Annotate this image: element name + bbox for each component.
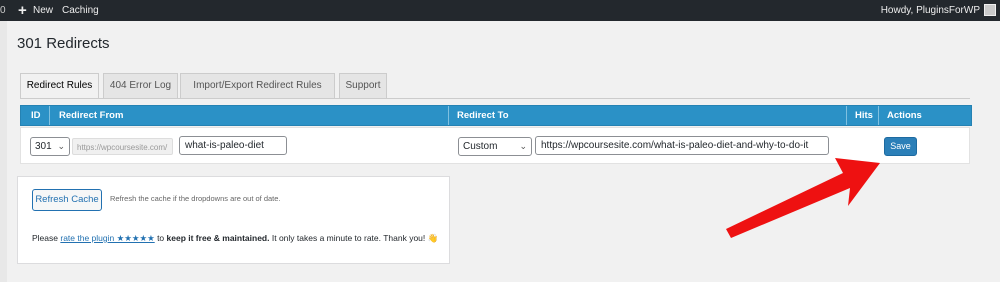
avatar[interactable] (984, 4, 996, 16)
header-redirect-to: Redirect To (457, 110, 509, 121)
tab-support[interactable]: Support (339, 73, 387, 98)
header-divider (49, 106, 50, 125)
header-divider (878, 106, 879, 125)
redirect-to-url-input[interactable]: https://wpcoursesite.com/what-is-paleo-d… (535, 136, 829, 155)
redirect-from-input[interactable]: what-is-paleo-diet (179, 136, 287, 155)
chevron-down-icon: ⌄ (57, 141, 65, 151)
refresh-cache-button[interactable]: Refresh Cache (32, 189, 102, 211)
tab-redirect-rules[interactable]: Redirect Rules (20, 73, 99, 99)
header-divider (846, 106, 847, 125)
admin-bar-howdy[interactable]: Howdy, PluginsForWP (881, 0, 980, 21)
admin-bar: 0 + New Caching Howdy, PluginsForWP (0, 0, 1000, 21)
header-id: ID (31, 110, 41, 121)
plus-icon[interactable]: + (18, 0, 27, 21)
rate-post: It only takes a minute to rate. Thank yo… (269, 233, 428, 243)
tab-divider (20, 98, 970, 99)
header-actions: Actions (887, 110, 922, 121)
url-prefix: https://wpcoursesite.com/ (72, 138, 173, 155)
redirect-to-type-select[interactable]: Custom ⌄ (458, 137, 532, 156)
tab-404-error-log[interactable]: 404 Error Log (103, 73, 178, 98)
cache-panel: Refresh Cache Refresh the cache if the d… (17, 176, 450, 264)
page-title: 301 Redirects (17, 35, 110, 52)
rate-bold: keep it free & maintained. (166, 233, 270, 243)
header-redirect-from: Redirect From (59, 110, 124, 121)
left-sidebar-edge (0, 21, 7, 282)
tab-import-export[interactable]: Import/Export Redirect Rules (180, 73, 335, 98)
red-arrow-shape (726, 158, 880, 238)
table-header: ID Redirect From Redirect To Hits Action… (20, 105, 972, 126)
rate-message: Please rate the plugin ★★★★★ to keep it … (32, 233, 438, 244)
rate-plugin-link[interactable]: rate the plugin ★★★★★ (60, 233, 154, 243)
waving-hand-icon: 👋 (427, 233, 439, 243)
status-code-value: 301 (35, 141, 52, 152)
save-button[interactable]: Save (884, 137, 917, 156)
rate-pre: Please (32, 233, 61, 243)
table-row: 301 ⌄ https://wpcoursesite.com/ what-is-… (20, 127, 970, 164)
admin-bar-caching[interactable]: Caching (62, 0, 99, 21)
header-hits: Hits (855, 110, 873, 121)
status-code-select[interactable]: 301 ⌄ (30, 137, 70, 156)
rate-mid: to (154, 233, 167, 243)
header-divider (448, 106, 449, 125)
admin-bar-new[interactable]: New (33, 0, 53, 21)
redirect-to-type-value: Custom (463, 141, 498, 152)
refresh-hint: Refresh the cache if the dropdowns are o… (110, 194, 281, 203)
admin-bar-count: 0 (0, 5, 6, 16)
chevron-down-icon: ⌄ (519, 141, 527, 151)
